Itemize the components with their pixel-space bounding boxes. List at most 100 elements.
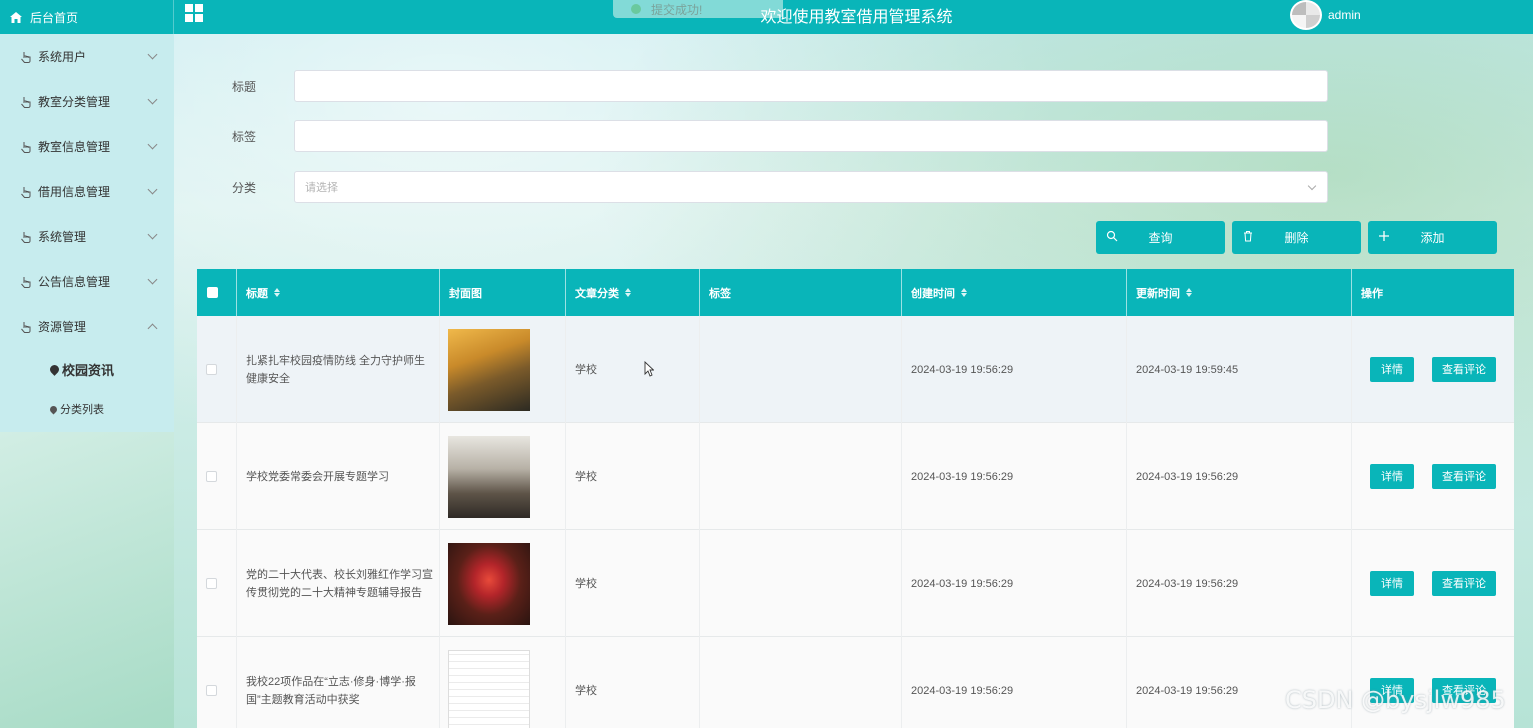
row-tag bbox=[700, 637, 902, 728]
detail-button[interactable]: 详情 bbox=[1370, 464, 1414, 489]
view-comments-button[interactable]: 查看评论 bbox=[1432, 571, 1496, 596]
view-comments-button[interactable]: 查看评论 bbox=[1432, 464, 1496, 489]
row-checkbox[interactable] bbox=[206, 364, 217, 375]
add-button-label: 添加 bbox=[1420, 231, 1445, 245]
watermark: CSDN @bysjlw985 bbox=[1285, 686, 1506, 714]
row-updated: 2024-03-19 19:56:29 bbox=[1127, 637, 1352, 728]
tag-input[interactable] bbox=[294, 120, 1328, 152]
row-tag bbox=[700, 530, 902, 637]
tag-label: 标签 bbox=[232, 130, 257, 144]
hand-pointer-icon bbox=[21, 141, 31, 153]
hand-pointer-icon bbox=[21, 96, 31, 108]
sidebar-item-label: 系统管理 bbox=[38, 230, 87, 244]
cover-image[interactable] bbox=[448, 328, 530, 411]
row-actions: 详情 查看评论 bbox=[1352, 530, 1514, 637]
title-row: 标题 bbox=[232, 70, 1332, 102]
detail-button[interactable]: 详情 bbox=[1370, 357, 1414, 382]
sidebar-item-system-management[interactable]: 系统管理 bbox=[0, 214, 174, 259]
cover-image[interactable] bbox=[448, 542, 530, 625]
table-row[interactable]: 扎紧扎牢校园疫情防线 全力守护师生健康安全 学校 2024-03-19 19:5… bbox=[197, 316, 1514, 423]
column-header-cover: 封面图 bbox=[440, 269, 566, 316]
row-tag bbox=[700, 423, 902, 530]
view-comments-button[interactable]: 查看评论 bbox=[1432, 357, 1496, 382]
sidebar-item-classroom-category[interactable]: 教室分类管理 bbox=[0, 79, 174, 124]
sidebar-item-announcements[interactable]: 公告信息管理 bbox=[0, 259, 174, 304]
delete-button[interactable]: 删除 bbox=[1232, 221, 1361, 254]
chevron-down-icon bbox=[147, 94, 158, 105]
sidebar-item-label: 系统用户 bbox=[38, 50, 87, 64]
category-select[interactable]: 请选择 bbox=[294, 171, 1328, 203]
row-actions: 详情 查看评论 bbox=[1352, 316, 1514, 423]
category-row: 分类 请选择 bbox=[232, 171, 1332, 203]
sidebar: 系统用户 教室分类管理 教室信息管理 借用信息管理 系统管理 公告信息管理 资源… bbox=[0, 34, 174, 432]
row-title[interactable]: 扎紧扎牢校园疫情防线 全力守护师生健康安全 bbox=[237, 316, 440, 423]
query-button-label: 查询 bbox=[1148, 231, 1173, 245]
column-header-created[interactable]: 创建时间 bbox=[902, 269, 1127, 316]
sidebar-subitem-label: 校园资讯 bbox=[62, 362, 115, 378]
sort-icon[interactable] bbox=[961, 288, 967, 297]
avatar[interactable] bbox=[1290, 0, 1322, 30]
row-checkbox[interactable] bbox=[206, 578, 217, 589]
chevron-down-icon bbox=[147, 139, 158, 150]
user-name[interactable]: admin bbox=[1328, 8, 1361, 22]
table-row[interactable]: 党的二十大代表、校长刘雅红作学习宣传贯彻党的二十大精神专题辅导报告 学校 202… bbox=[197, 530, 1514, 637]
tag-row: 标签 bbox=[232, 120, 1332, 152]
hand-pointer-icon bbox=[21, 231, 31, 243]
chevron-down-icon bbox=[147, 184, 158, 195]
top-header: 后台首页 提交成功! 欢迎使用教室借用管理系统 admin bbox=[0, 0, 1533, 34]
sort-icon[interactable] bbox=[1186, 288, 1192, 297]
sidebar-item-classroom-info[interactable]: 教室信息管理 bbox=[0, 124, 174, 169]
plus-icon bbox=[1379, 231, 1389, 241]
add-button[interactable]: 添加 bbox=[1368, 221, 1497, 254]
query-button[interactable]: 查询 bbox=[1096, 221, 1225, 254]
table-row[interactable]: 我校22项作品在“立志·修身·博学·报国”主题教育活动中获奖 学校 2024-0… bbox=[197, 637, 1514, 728]
row-tag bbox=[700, 316, 902, 423]
column-header-updated[interactable]: 更新时间 bbox=[1127, 269, 1352, 316]
select-all-checkbox[interactable] bbox=[207, 287, 218, 298]
detail-button[interactable]: 详情 bbox=[1370, 571, 1414, 596]
sidebar-item-borrow-info[interactable]: 借用信息管理 bbox=[0, 169, 174, 214]
hand-pointer-icon bbox=[21, 51, 31, 63]
chevron-down-icon bbox=[1307, 181, 1317, 191]
hand-pointer-icon bbox=[21, 321, 31, 333]
row-category: 学校 bbox=[566, 316, 700, 423]
row-title[interactable]: 我校22项作品在“立志·修身·博学·报国”主题教育活动中获奖 bbox=[237, 637, 440, 728]
sidebar-subitem-category-list[interactable]: 分类列表 bbox=[0, 389, 174, 429]
title-input[interactable] bbox=[294, 70, 1328, 102]
row-category: 学校 bbox=[566, 637, 700, 728]
sort-icon[interactable] bbox=[625, 288, 631, 297]
chevron-down-icon bbox=[147, 229, 158, 240]
row-updated: 2024-03-19 19:56:29 bbox=[1127, 423, 1352, 530]
row-category: 学校 bbox=[566, 530, 700, 637]
category-label: 分类 bbox=[232, 181, 257, 195]
cover-image[interactable] bbox=[448, 649, 530, 728]
news-table: 标题 封面图 文章分类 标签 创建时间 更新时间 操作 扎紧扎牢校园疫情防线 全… bbox=[197, 269, 1514, 728]
hand-pointer-icon bbox=[21, 186, 31, 198]
title-label: 标题 bbox=[232, 80, 257, 94]
cover-image[interactable] bbox=[448, 435, 530, 518]
sidebar-item-system-users[interactable]: 系统用户 bbox=[0, 34, 174, 79]
row-category: 学校 bbox=[566, 423, 700, 530]
chevron-down-icon bbox=[147, 274, 158, 285]
table-row[interactable]: 学校党委常委会开展专题学习 学校 2024-03-19 19:56:29 202… bbox=[197, 423, 1514, 530]
sidebar-item-label: 教室分类管理 bbox=[38, 95, 111, 109]
sidebar-item-resources[interactable]: 资源管理 bbox=[0, 304, 174, 349]
sidebar-item-label: 公告信息管理 bbox=[38, 275, 111, 289]
sidebar-item-label: 借用信息管理 bbox=[38, 185, 111, 199]
sidebar-item-label: 教室信息管理 bbox=[38, 140, 111, 154]
category-placeholder: 请选择 bbox=[305, 182, 338, 194]
sort-icon[interactable] bbox=[274, 288, 280, 297]
row-checkbox[interactable] bbox=[206, 471, 217, 482]
sidebar-subitem-campus-news[interactable]: 校园资讯 bbox=[0, 349, 174, 389]
row-checkbox[interactable] bbox=[206, 685, 217, 696]
trash-icon bbox=[1244, 231, 1252, 242]
row-created: 2024-03-19 19:56:29 bbox=[902, 530, 1127, 637]
location-pin-icon bbox=[48, 362, 61, 376]
row-title[interactable]: 学校党委常委会开展专题学习 bbox=[237, 423, 440, 530]
chevron-down-icon bbox=[147, 49, 158, 60]
select-all-cell[interactable] bbox=[197, 269, 237, 316]
column-header-title[interactable]: 标题 bbox=[237, 269, 440, 316]
column-header-category[interactable]: 文章分类 bbox=[566, 269, 700, 316]
row-title[interactable]: 党的二十大代表、校长刘雅红作学习宣传贯彻党的二十大精神专题辅导报告 bbox=[237, 530, 440, 637]
sidebar-item-label: 资源管理 bbox=[38, 320, 87, 334]
